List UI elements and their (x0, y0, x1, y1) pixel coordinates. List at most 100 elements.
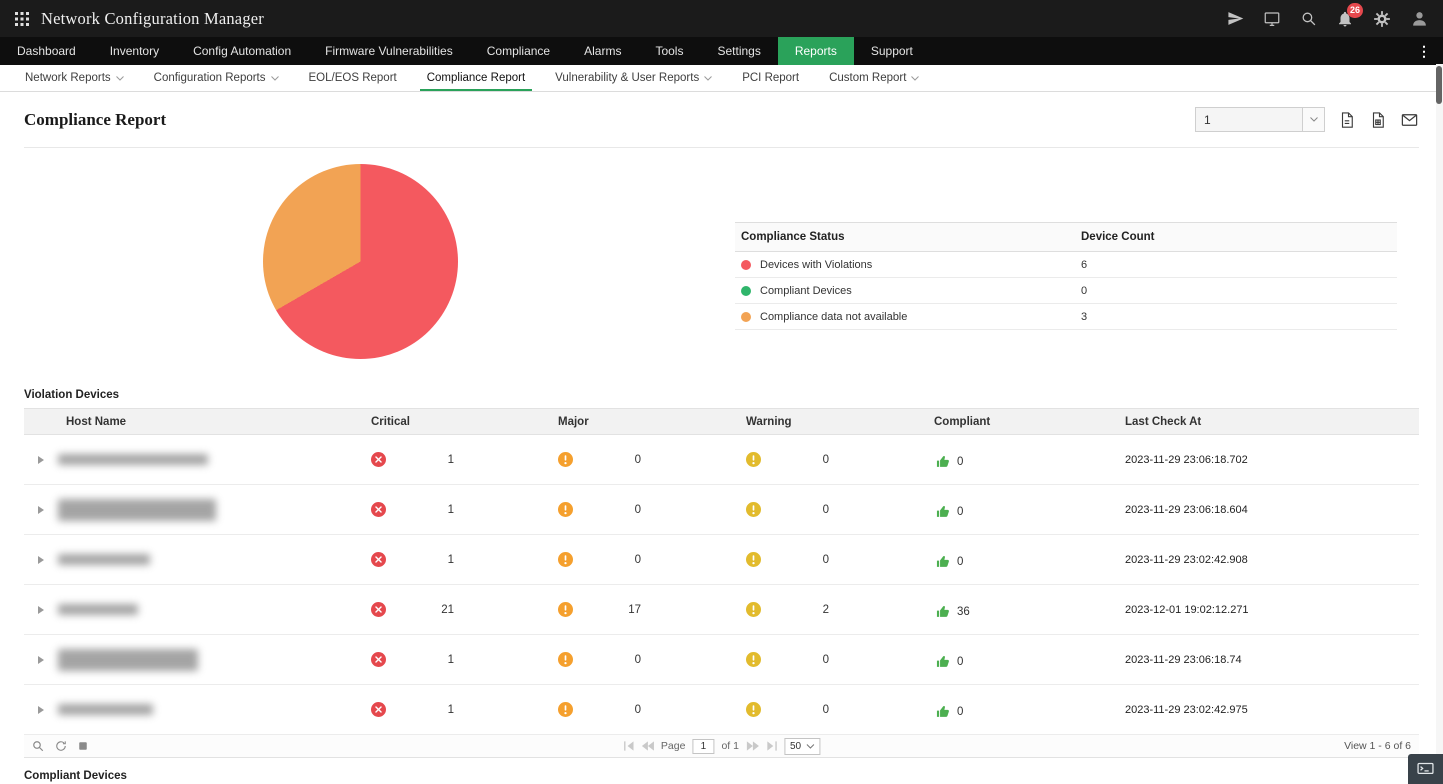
column-header-warning[interactable]: Warning (746, 416, 934, 428)
column-header-major[interactable]: Major (558, 416, 746, 428)
critical-cell: 1 (371, 502, 558, 517)
subnav-item-network-reports[interactable]: Network Reports (10, 65, 139, 91)
expand-row-icon[interactable] (38, 556, 44, 564)
last-check-cell: 2023-12-01 19:02:12.271 (1125, 604, 1419, 616)
report-select-chevron-icon[interactable] (1302, 108, 1324, 131)
pager-prev-icon[interactable] (641, 741, 654, 751)
display-icon[interactable] (1263, 10, 1281, 28)
compliance-pie-chart (263, 164, 458, 359)
subnav-item-label: Vulnerability & User Reports (555, 72, 699, 84)
column-header-last-check-at[interactable]: Last Check At (1125, 416, 1419, 428)
warning-count: 0 (761, 504, 829, 516)
table-footer: Page 1 of 1 50 View 1 - 6 of 6 (24, 735, 1419, 758)
last-check-cell: 2023-11-29 23:06:18.74 (1125, 654, 1419, 666)
subnav-item-custom-report[interactable]: Custom Report (814, 65, 934, 91)
warning-count: 0 (761, 704, 829, 716)
nav-item-reports[interactable]: Reports (778, 37, 854, 65)
export-pdf-icon[interactable] (1338, 111, 1356, 129)
major-count: 17 (573, 604, 641, 616)
host-name-cell (24, 554, 371, 565)
column-header-host-name[interactable]: Host Name (24, 416, 371, 428)
report-number-value: 1 (1196, 108, 1302, 131)
host-name-cell (24, 604, 371, 615)
expand-row-icon[interactable] (38, 606, 44, 614)
last-check-cell: 2023-11-29 23:06:18.702 (1125, 454, 1419, 466)
more-options-icon[interactable]: ⋮ (1405, 37, 1443, 65)
page-number-input[interactable]: 1 (692, 739, 714, 754)
pager-next-icon[interactable] (746, 741, 759, 751)
violation-devices-title: Violation Devices (24, 389, 1419, 401)
critical-cell: 1 (371, 552, 558, 567)
nav-item-firmware-vulnerabilities[interactable]: Firmware Vulnerabilities (308, 37, 470, 65)
nav-item-alarms[interactable]: Alarms (567, 37, 638, 65)
expand-row-icon[interactable] (38, 706, 44, 714)
host-name-redacted (58, 454, 208, 465)
warning-cell: 0 (746, 702, 934, 717)
column-header-critical[interactable]: Critical (371, 416, 558, 428)
nav-item-compliance[interactable]: Compliance (470, 37, 567, 65)
warning-cell: 0 (746, 452, 934, 467)
thumbs-up-icon (936, 454, 951, 469)
subnav-item-vulnerability-user-reports[interactable]: Vulnerability & User Reports (540, 65, 727, 91)
table-search-icon[interactable] (32, 740, 44, 752)
table-columns-icon[interactable] (78, 741, 88, 751)
nav-item-inventory[interactable]: Inventory (93, 37, 176, 65)
critical-cell: 1 (371, 702, 558, 717)
subnav-item-compliance-report[interactable]: Compliance Report (412, 65, 540, 91)
nav-item-dashboard[interactable]: Dashboard (0, 37, 93, 65)
subnav-item-label: Configuration Reports (154, 72, 266, 84)
nav-item-tools[interactable]: Tools (638, 37, 700, 65)
settings-gear-icon[interactable] (1373, 10, 1391, 28)
thumbs-up-icon (936, 654, 951, 669)
host-name-redacted (58, 604, 138, 615)
expand-row-icon[interactable] (38, 656, 44, 664)
column-header-compliant[interactable]: Compliant (934, 416, 1125, 428)
subnav-item-eol-eos-report[interactable]: EOL/EOS Report (294, 65, 412, 91)
search-icon[interactable] (1300, 10, 1317, 27)
compliant-cell: 0 (934, 452, 1125, 467)
email-report-icon[interactable] (1400, 111, 1419, 129)
page-content: Compliance Report 1 Compliance Status (0, 92, 1443, 782)
subnav-item-pci-report[interactable]: PCI Report (727, 65, 814, 91)
report-subnav: Network Reports Configuration Reports EOL/… (0, 65, 1443, 92)
compliant-cell: 36 (934, 602, 1125, 617)
user-avatar[interactable] (1410, 9, 1429, 28)
page-size-select[interactable]: 50 (784, 738, 820, 755)
compliant-cell: 0 (934, 552, 1125, 567)
compliant-cell: 0 (934, 502, 1125, 517)
scrollbar-track[interactable] (1436, 64, 1443, 784)
warning-cell: 2 (746, 602, 934, 617)
host-name-redacted (58, 649, 198, 671)
pager-last-icon[interactable] (766, 741, 777, 751)
notifications-bell-icon[interactable]: 26 (1336, 10, 1354, 28)
compliant-count: 36 (957, 606, 970, 618)
nav-item-settings[interactable]: Settings (700, 37, 777, 65)
app-launcher-icon[interactable] (14, 11, 30, 27)
warning-count: 0 (761, 554, 829, 566)
nav-item-config-automation[interactable]: Config Automation (176, 37, 308, 65)
major-count: 0 (573, 654, 641, 666)
console-button[interactable] (1408, 754, 1443, 784)
expand-row-icon[interactable] (38, 506, 44, 514)
export-xls-icon[interactable] (1369, 111, 1387, 129)
send-icon[interactable] (1227, 10, 1244, 27)
subnav-item-configuration-reports[interactable]: Configuration Reports (139, 65, 294, 91)
compliance-status-table: Compliance Status Device Count Devices w… (735, 222, 1397, 330)
critical-icon (371, 602, 386, 617)
warning-cell: 0 (746, 552, 934, 567)
critical-cell: 1 (371, 452, 558, 467)
pager-first-icon[interactable] (623, 741, 634, 751)
last-check-cell: 2023-11-29 23:02:42.908 (1125, 554, 1419, 566)
chevron-down-icon (704, 76, 712, 81)
critical-count: 1 (386, 554, 454, 566)
page-size-value: 50 (790, 741, 801, 752)
table-refresh-icon[interactable] (55, 740, 67, 752)
scrollbar-thumb[interactable] (1436, 66, 1442, 104)
expand-row-icon[interactable] (38, 456, 44, 464)
nav-item-support[interactable]: Support (854, 37, 930, 65)
major-count: 0 (573, 454, 641, 466)
last-check-cell: 2023-11-29 23:06:18.604 (1125, 504, 1419, 516)
critical-icon (371, 652, 386, 667)
compliance-chart-section: Compliance Status Device Count Devices w… (24, 148, 1419, 383)
report-number-select[interactable]: 1 (1195, 107, 1325, 132)
